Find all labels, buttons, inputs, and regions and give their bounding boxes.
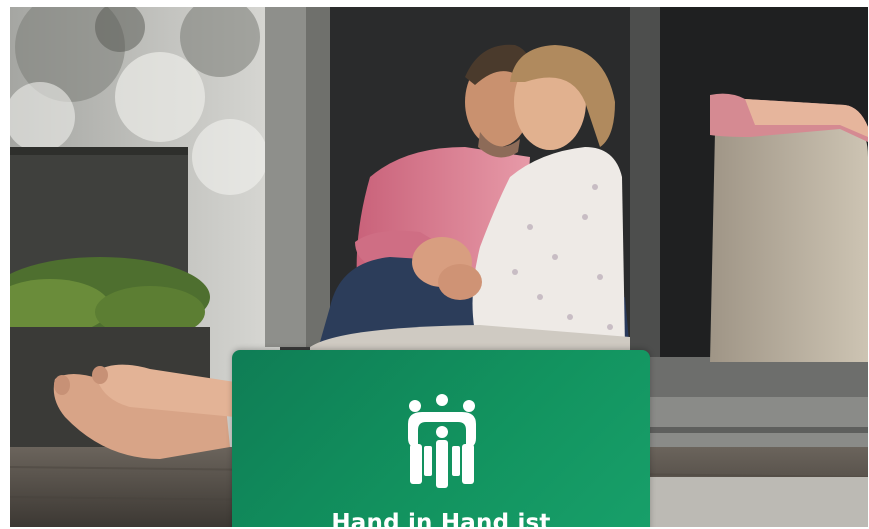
people-circle-logo (408, 394, 476, 488)
green-info-card: Hand in Hand ist (232, 350, 650, 527)
card-headline: Hand in Hand ist (331, 510, 551, 527)
photo-frame: Hand in Hand ist (10, 7, 868, 527)
